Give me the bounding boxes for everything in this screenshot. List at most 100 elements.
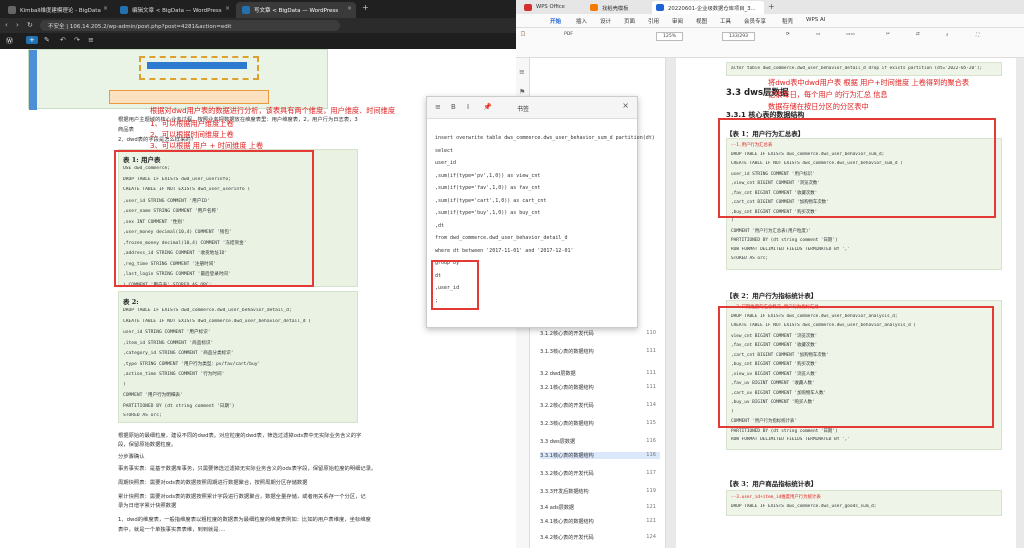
bookmark-icon[interactable]: ⚑ xyxy=(519,88,525,96)
paragraph: 1、dwd的维度表，一般指维度表以粗粒度的数据表为最细粒度的维度表例如：比如的用… xyxy=(118,517,371,523)
tab-label: 20220601-企业级数据仓库项目_3... xyxy=(668,6,756,12)
wordpress-icon xyxy=(242,6,250,14)
document-area[interactable]: alter table dwd_commerce.dwd_user_behavi… xyxy=(666,58,1024,548)
code-block-user-goods-sum[interactable]: --3.user_id+item_id维度用户行为统计表 DROP TABLE … xyxy=(726,490,1002,516)
close-icon[interactable]: × xyxy=(225,5,230,12)
wps-tab[interactable]: WPS Office xyxy=(520,1,584,14)
list-view-icon[interactable]: ≡ xyxy=(88,36,94,44)
nav-item[interactable]: 3.2 dwd层数据 111 xyxy=(540,370,660,377)
nav-item[interactable]: 3.3.3开发后数据结构 119 xyxy=(540,488,660,495)
nav-item[interactable]: 3.4.2核心表的开发代码 124 xyxy=(540,534,660,541)
nav-item-page: 116 xyxy=(646,452,656,458)
nav-item[interactable]: 3.3.2核心表的开发代码 117 xyxy=(540,470,660,477)
double-page-icon[interactable]: ▭▭ xyxy=(846,32,855,37)
wordpress-icon xyxy=(120,6,128,14)
close-icon[interactable]: × xyxy=(347,5,352,12)
nav-item[interactable]: 3.2.3核心表的数据结构 115 xyxy=(540,420,660,427)
menu-design[interactable]: 设计 xyxy=(600,17,611,25)
close-icon[interactable]: × xyxy=(103,5,108,12)
paragraph: 累计快照表：需要对ods表的数据按照累计字段进行数据聚合，数据全量存储，或者用关… xyxy=(118,494,366,500)
zoom-select[interactable]: 125% xyxy=(656,32,684,41)
menu-page[interactable]: 页面 xyxy=(624,17,635,25)
nav-item-selected[interactable]: 3.3.1核心表的数据结构 116 xyxy=(540,452,660,459)
notes-header: ≡ B I 📌 书签 × xyxy=(427,97,637,119)
nav-item[interactable]: 3.1.2核心表的开发代码 110 xyxy=(540,330,660,337)
browser-tab[interactable]: Kimball维度建模理论 - BigData × xyxy=(2,2,112,18)
nav-item-page: 115 xyxy=(646,420,656,426)
menu-view[interactable]: 视图 xyxy=(696,17,707,25)
code-line: ,sum(if(type='buy',1,0)) as buy_cnt xyxy=(435,210,541,216)
menu-tools[interactable]: 工具 xyxy=(720,17,731,25)
paste-icon[interactable]: 📋 xyxy=(520,32,526,37)
forward-icon[interactable]: › xyxy=(16,21,19,29)
annotation-text: 3、可以根据 用户 + 时间维度 上卷 xyxy=(150,141,264,150)
menu-docer[interactable]: 稻壳 xyxy=(782,17,793,25)
wordpress-logo-icon[interactable]: Ⓦ xyxy=(6,36,13,46)
nav-item[interactable]: 3.4.1核心表的数据结构 121 xyxy=(540,518,660,525)
rotate-icon[interactable]: ⟳ xyxy=(786,32,790,37)
nav-item[interactable]: 3.3 dws层数据 116 xyxy=(540,438,660,445)
wps-menu-bar: 开始 插入 设计 页面 引用 审阅 视图 工具 会员专享 稻壳 WPS AI xyxy=(516,14,1024,28)
code-line: STORED AS orc; xyxy=(731,256,769,261)
outline-icon[interactable]: ≡ xyxy=(519,68,525,76)
menu-insert[interactable]: 插入 xyxy=(576,17,587,25)
notes-window: ≡ B I 📌 书签 × insert overwrite table dws_… xyxy=(426,96,655,328)
fullscreen-icon[interactable]: ⛶ xyxy=(976,32,979,38)
single-page-icon[interactable]: ▭ xyxy=(816,32,820,37)
wps-tab-active[interactable]: 20220601-企业级数据仓库项目_3... xyxy=(652,1,764,14)
back-icon[interactable]: ‹ xyxy=(5,21,8,29)
diagram-arrow xyxy=(29,50,37,110)
new-tab-icon[interactable]: + xyxy=(362,3,369,12)
nav-item[interactable]: 3.4 ads层数据 121 xyxy=(540,504,660,511)
paragraph: 录为日增字累计快照数据 xyxy=(118,503,177,509)
bold-icon[interactable]: B xyxy=(451,103,456,111)
nav-item[interactable]: 3.1.3核心表的数据结构 111 xyxy=(540,348,660,355)
code-line: insert overwrite table dws_commerce.dws_… xyxy=(435,135,655,141)
code-line: ROW FORMAT DELIMITED FIELDS TERMINATED B… xyxy=(731,246,850,252)
code-line: COMMENT '用户行为汇总表(用户粒度)' xyxy=(731,228,812,234)
template-icon xyxy=(590,4,598,11)
document-icon xyxy=(656,4,664,11)
menu-member[interactable]: 会员专享 xyxy=(744,17,766,25)
browser-tab-active[interactable]: 写文章 < BigData — WordPress × xyxy=(236,2,356,18)
redo-icon[interactable]: ↷ xyxy=(74,36,80,44)
code-line: ,dt xyxy=(435,222,445,229)
nav-item[interactable]: 3.2.2核心表的开发代码 114 xyxy=(540,402,660,409)
code-block-behavior-detail[interactable]: 表 2: DROP TABLE IF EXISTS dwd_commerce.d… xyxy=(118,291,358,423)
screenshot-icon[interactable]: ✂ xyxy=(886,32,890,37)
menu-home[interactable]: 开始 xyxy=(550,17,561,25)
edit-icon[interactable]: ✎ xyxy=(44,36,50,44)
browser-tab[interactable]: 编辑文章 < BigData — WordPress × xyxy=(114,2,234,18)
nav-item-page: 114 xyxy=(646,402,656,408)
close-icon[interactable]: × xyxy=(622,101,629,110)
pdf-icon[interactable]: PDF xyxy=(564,32,573,37)
menu-icon[interactable]: ≡ xyxy=(435,103,441,111)
italic-icon[interactable]: I xyxy=(467,103,469,111)
undo-icon[interactable]: ↶ xyxy=(60,36,66,44)
add-block-icon[interactable]: + xyxy=(26,36,38,44)
nav-item-page: 121 xyxy=(646,518,656,524)
nav-item-page: 110 xyxy=(646,330,656,336)
page-counter[interactable]: 133/293 xyxy=(722,32,756,41)
nav-item-label: 3.4 ads层数据 xyxy=(540,505,575,511)
address-input[interactable]: 不安全 | 106.14.205.2/wp-admin/post.php?pos… xyxy=(40,20,340,31)
flow-diagram-image xyxy=(28,49,328,110)
wps-logo-icon xyxy=(524,4,532,11)
code-line: user_id xyxy=(435,160,457,166)
nav-item-label: 3.2 dwd层数据 xyxy=(540,371,576,377)
tab-label: 编辑文章 < BigData — WordPress xyxy=(132,8,222,14)
reload-icon[interactable]: ↻ xyxy=(27,21,33,29)
table3-title: 【表 3：用户商品指标统计表】 xyxy=(726,480,818,488)
nav-item[interactable]: 3.2.1核心表的数据结构 111 xyxy=(540,384,660,391)
tab-label: WPS Office xyxy=(536,4,565,10)
search-icon[interactable]: ⌕ xyxy=(946,32,949,38)
wps-tab[interactable]: 找稻壳模板 xyxy=(586,1,650,14)
menu-review[interactable]: 审阅 xyxy=(672,17,683,25)
pin-icon[interactable]: 📌 xyxy=(483,103,492,111)
translate-icon[interactable]: ⇄ xyxy=(916,32,920,37)
menu-wps-ai[interactable]: WPS AI xyxy=(806,17,825,23)
annotation-text: 2、可以根据时间维度上卷 xyxy=(150,130,234,139)
new-tab-icon[interactable]: + xyxy=(768,2,775,11)
paragraph: 段，保留原始数据粒度。 xyxy=(118,442,177,448)
menu-references[interactable]: 引用 xyxy=(648,17,659,25)
